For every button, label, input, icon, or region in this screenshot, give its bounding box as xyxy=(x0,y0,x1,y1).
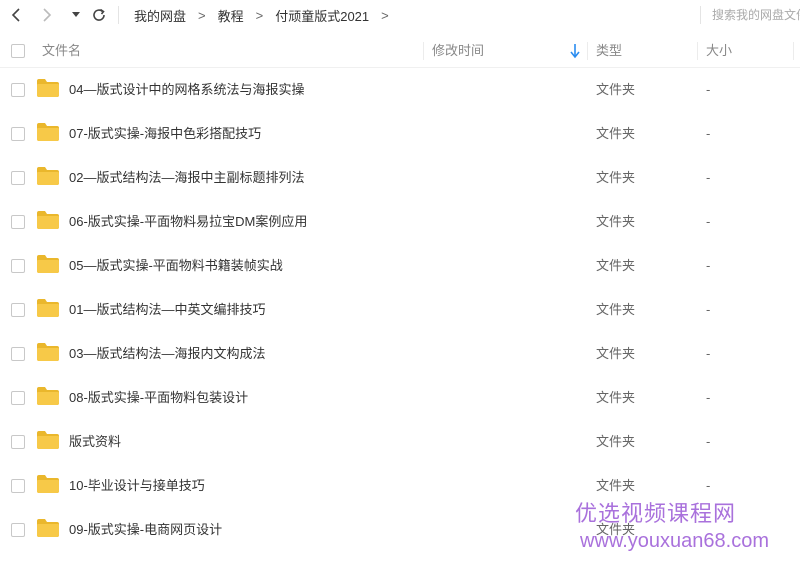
row-checkbox[interactable] xyxy=(11,127,25,141)
breadcrumb-item-home[interactable]: 我的网盘 xyxy=(134,6,186,25)
row-checkbox[interactable] xyxy=(11,391,25,405)
file-list-header: 文件名 修改时间 类型 大小 xyxy=(0,34,800,68)
file-name[interactable]: 06-版式实操-平面物料易拉宝DM案例应用 xyxy=(69,200,307,244)
file-row[interactable]: 08-版式实操-平面物料包装设计 文件夹 - xyxy=(0,376,800,420)
file-row[interactable]: 02—版式结构法—海报中主副标题排列法 文件夹 - xyxy=(0,156,800,200)
column-divider xyxy=(793,42,794,60)
folder-icon xyxy=(37,519,59,537)
column-header-type[interactable]: 类型 xyxy=(596,34,622,68)
row-checkbox[interactable] xyxy=(11,171,25,185)
folder-icon xyxy=(37,79,59,97)
row-checkbox[interactable] xyxy=(11,303,25,317)
folder-icon xyxy=(37,123,59,141)
file-row[interactable]: 04—版式设计中的网格系统法与海报实操 文件夹 - xyxy=(0,68,800,112)
select-all-checkbox[interactable] xyxy=(11,44,25,58)
file-type: 文件夹 xyxy=(596,214,636,229)
file-row[interactable]: 07-版式实操-海报中色彩搭配技巧 文件夹 - xyxy=(0,112,800,156)
chevron-left-icon xyxy=(11,8,20,22)
file-size: - xyxy=(706,214,711,229)
file-size: - xyxy=(706,258,711,273)
column-header-name[interactable]: 文件名 xyxy=(42,34,81,68)
folder-icon xyxy=(37,211,59,229)
file-row[interactable]: 01—版式结构法—中英文编排技巧 文件夹 - xyxy=(0,288,800,332)
file-size: - xyxy=(706,434,711,449)
row-checkbox[interactable] xyxy=(11,347,25,361)
file-name[interactable]: 07-版式实操-海报中色彩搭配技巧 xyxy=(69,112,261,156)
file-row[interactable]: 03—版式结构法—海报内文构成法 文件夹 - xyxy=(0,332,800,376)
folder-icon xyxy=(37,431,59,449)
folder-icon xyxy=(37,343,59,361)
breadcrumb-item-current[interactable]: 付顽童版式2021 xyxy=(275,6,369,25)
file-type: 文件夹 xyxy=(596,346,636,361)
row-checkbox[interactable] xyxy=(11,479,25,493)
search-divider xyxy=(700,6,701,24)
folder-icon xyxy=(37,255,59,273)
file-size: - xyxy=(706,170,711,185)
file-name[interactable]: 版式资料 xyxy=(69,420,121,464)
row-checkbox[interactable] xyxy=(11,83,25,97)
file-type: 文件夹 xyxy=(596,434,636,449)
file-size: - xyxy=(706,302,711,317)
refresh-button[interactable] xyxy=(88,4,110,26)
file-size: - xyxy=(706,346,711,361)
toolbar: 我的网盘 > 教程 > 付顽童版式2021 > xyxy=(0,0,800,30)
forward-button[interactable] xyxy=(36,4,58,26)
breadcrumb-separator: > xyxy=(381,7,389,23)
toolbar-divider xyxy=(118,6,119,24)
file-name[interactable]: 01—版式结构法—中英文编排技巧 xyxy=(69,288,265,332)
file-type: 文件夹 xyxy=(596,126,636,141)
column-divider xyxy=(697,42,698,60)
file-type: 文件夹 xyxy=(596,302,636,317)
breadcrumb-separator: > xyxy=(255,7,264,23)
column-divider xyxy=(587,42,588,60)
breadcrumb-separator: > xyxy=(198,7,206,23)
file-type: 文件夹 xyxy=(596,258,636,273)
watermark-title: 优选视频课程网 xyxy=(575,501,737,526)
row-checkbox[interactable] xyxy=(11,259,25,273)
folder-icon xyxy=(37,167,59,185)
file-name[interactable]: 02—版式结构法—海报中主副标题排列法 xyxy=(69,156,304,200)
row-checkbox[interactable] xyxy=(11,523,25,537)
file-row[interactable]: 06-版式实操-平面物料易拉宝DM案例应用 文件夹 - xyxy=(0,200,800,244)
file-size: - xyxy=(706,126,711,141)
file-type: 文件夹 xyxy=(596,170,636,185)
file-row[interactable]: 版式资料 文件夹 - xyxy=(0,420,800,464)
row-checkbox[interactable] xyxy=(11,215,25,229)
search-input[interactable] xyxy=(712,4,800,26)
chevron-right-icon xyxy=(43,8,52,22)
folder-icon xyxy=(37,475,59,493)
file-name[interactable]: 05—版式实操-平面物料书籍装帧实战 xyxy=(69,244,283,288)
caret-down-icon xyxy=(72,12,80,17)
row-checkbox[interactable] xyxy=(11,435,25,449)
file-size: - xyxy=(706,390,711,405)
file-name[interactable]: 08-版式实操-平面物料包装设计 xyxy=(69,376,248,420)
file-name[interactable]: 04—版式设计中的网格系统法与海报实操 xyxy=(69,68,304,112)
file-type: 文件夹 xyxy=(596,82,636,97)
history-dropdown-button[interactable] xyxy=(68,4,84,26)
refresh-icon xyxy=(93,8,105,21)
breadcrumb-item-tutorial[interactable]: 教程 xyxy=(218,6,244,25)
column-divider xyxy=(423,42,424,60)
sort-descending-icon[interactable] xyxy=(569,43,581,59)
breadcrumb: 我的网盘 > 教程 > 付顽童版式2021 > xyxy=(134,0,401,30)
column-header-size[interactable]: 大小 xyxy=(706,34,732,68)
back-button[interactable] xyxy=(6,4,28,26)
file-row[interactable]: 05—版式实操-平面物料书籍装帧实战 文件夹 - xyxy=(0,244,800,288)
file-name[interactable]: 09-版式实操-电商网页设计 xyxy=(69,508,222,552)
folder-icon xyxy=(37,299,59,317)
file-name[interactable]: 10-毕业设计与接单技巧 xyxy=(69,464,205,508)
folder-icon xyxy=(37,387,59,405)
file-type: 文件夹 xyxy=(596,390,636,405)
file-size: - xyxy=(706,82,711,97)
file-name[interactable]: 03—版式结构法—海报内文构成法 xyxy=(69,332,265,376)
column-header-mtime[interactable]: 修改时间 xyxy=(432,34,484,68)
watermark-url: www.youxuan68.com xyxy=(580,530,769,552)
